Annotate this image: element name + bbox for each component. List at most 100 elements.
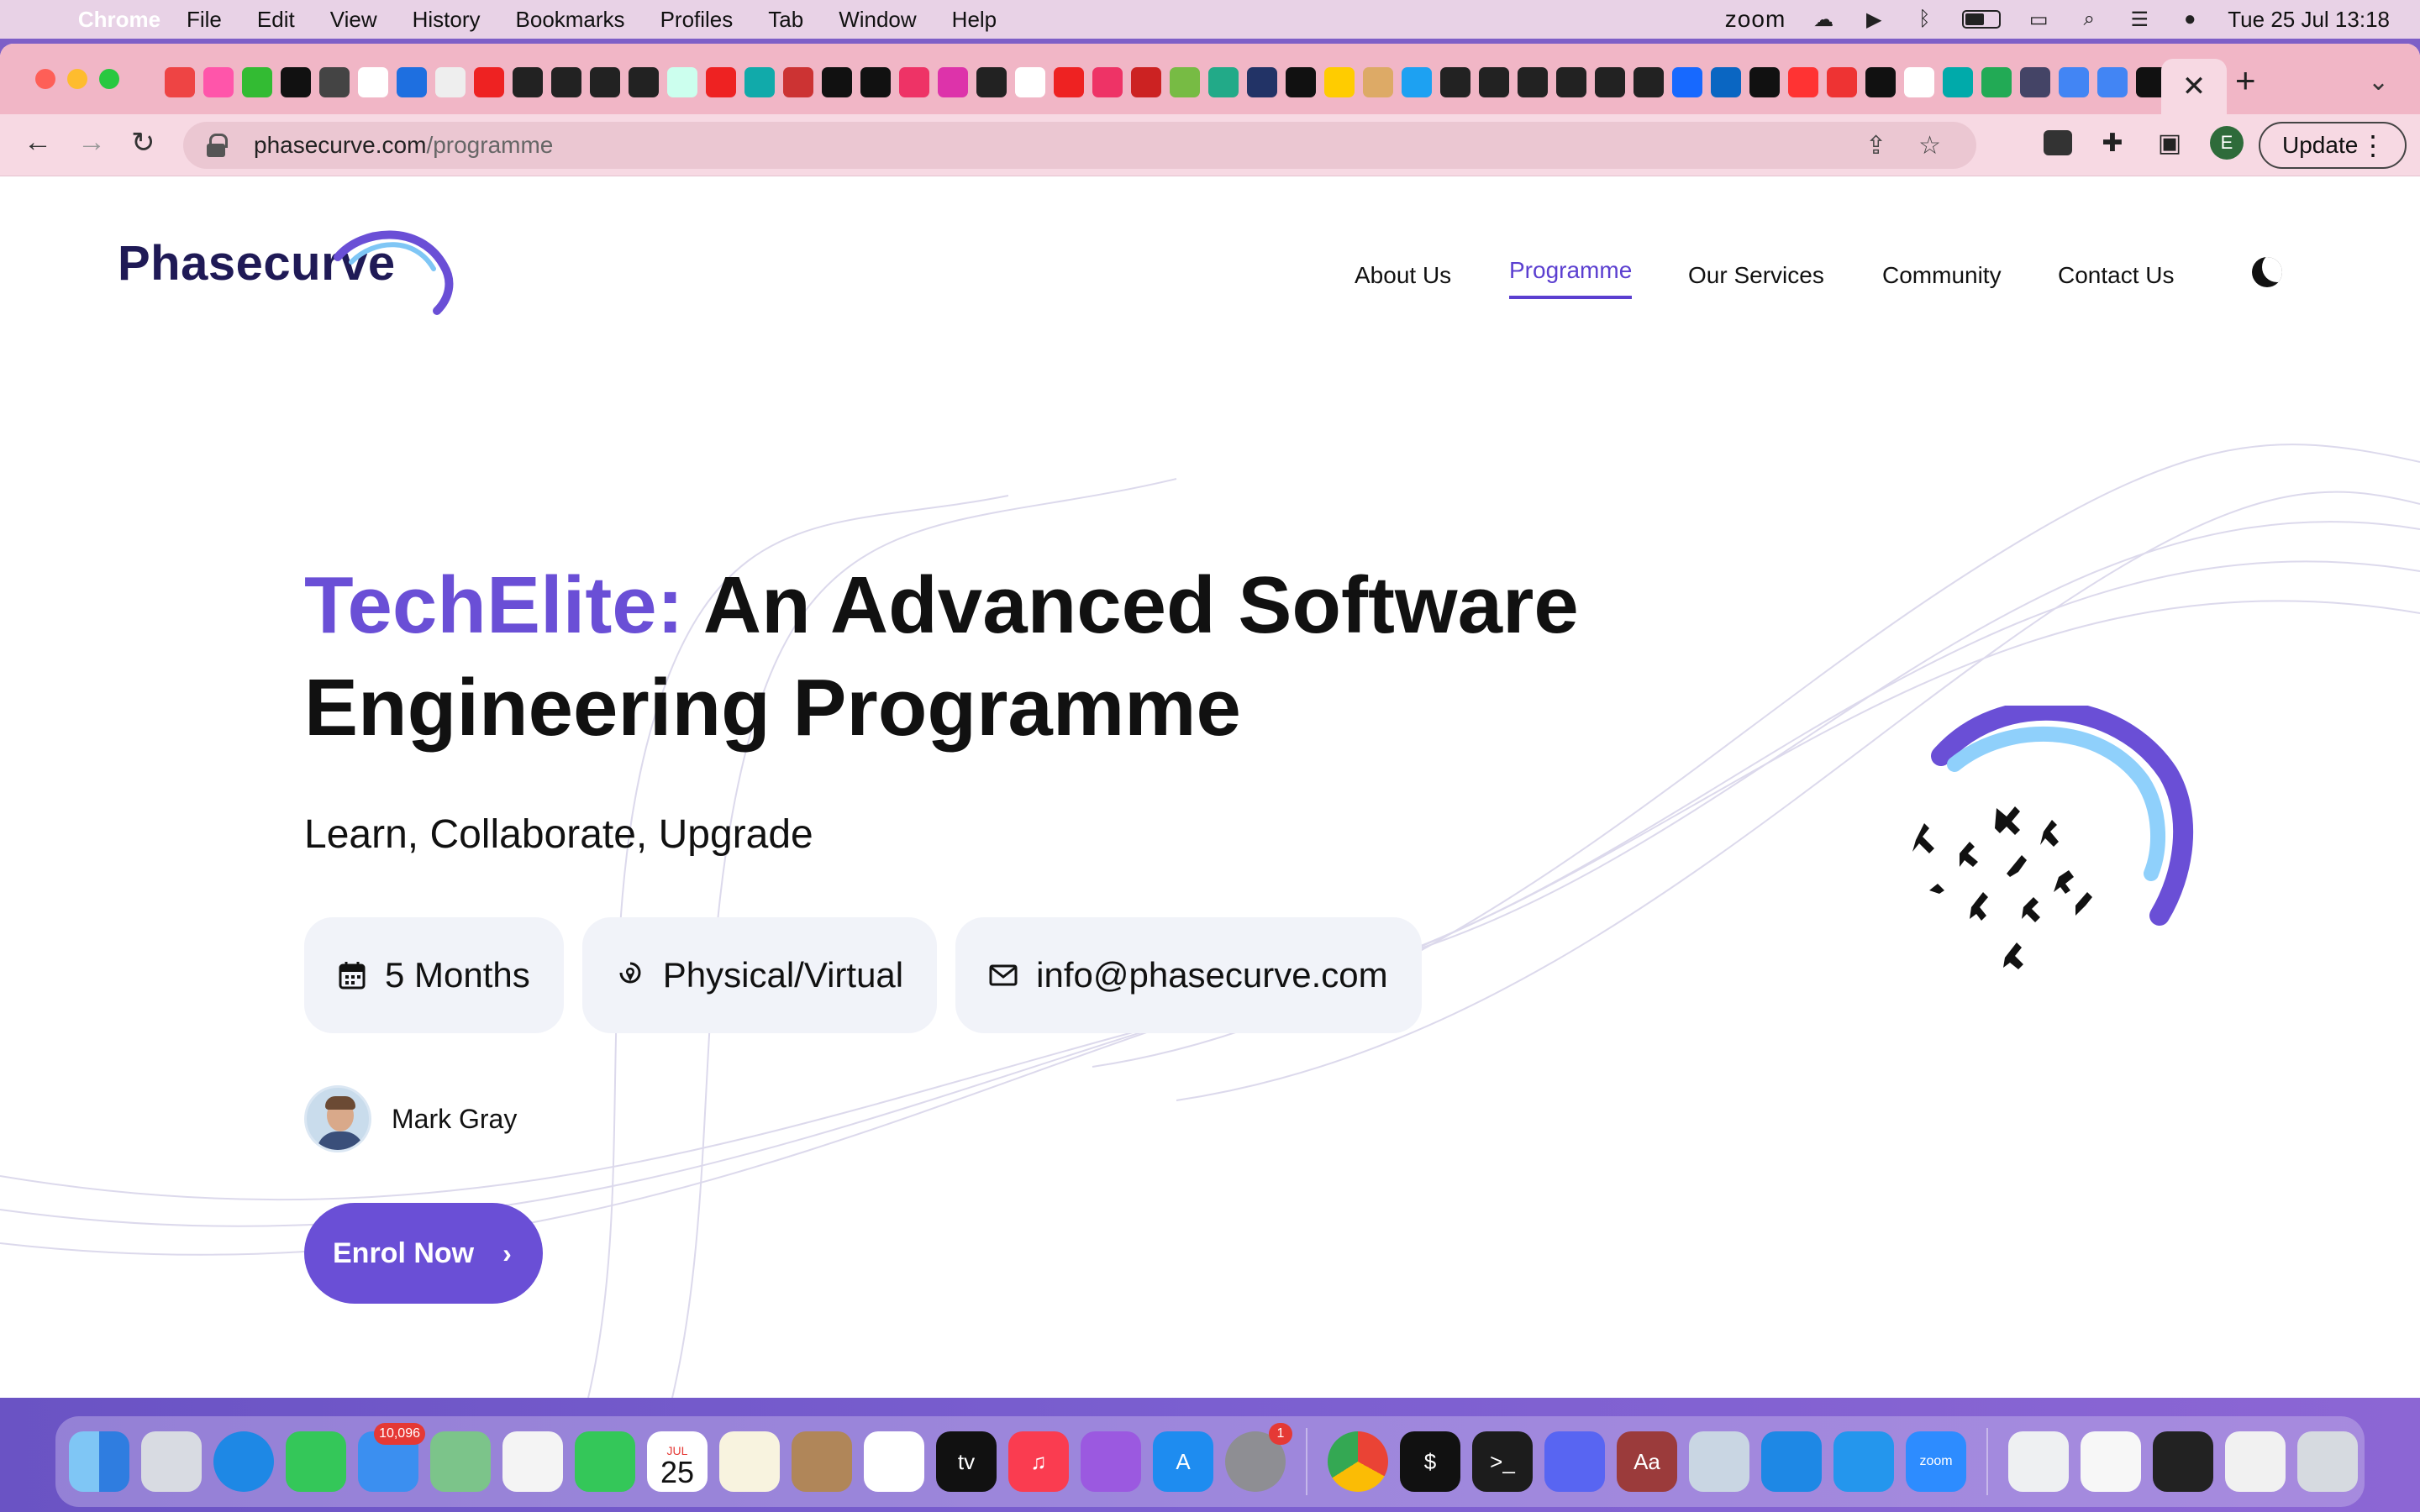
side-panel-icon[interactable]: ▣ (2153, 126, 2186, 160)
menu-edit[interactable]: Edit (257, 7, 295, 33)
mail-app-icon[interactable]: 10,096 (358, 1423, 425, 1492)
pinned-tab-favicon[interactable] (1672, 67, 1702, 97)
pinned-tab-favicon[interactable] (1749, 67, 1780, 97)
pinned-tab-favicon[interactable] (2020, 67, 2050, 97)
pinned-tab-favicon[interactable] (976, 67, 1007, 97)
clock-datetime[interactable]: Tue 25 Jul 13:18 (2228, 7, 2390, 33)
pinned-tab-favicon[interactable] (281, 67, 311, 97)
pinned-tab-favicon[interactable] (319, 67, 350, 97)
pinned-tab-favicon[interactable] (860, 67, 891, 97)
pinned-tab-favicon[interactable] (1595, 67, 1625, 97)
pinned-tab-favicon[interactable] (1247, 67, 1277, 97)
menu-view[interactable]: View (330, 7, 377, 33)
trash-icon[interactable] (2297, 1431, 2358, 1492)
fullscreen-window-button[interactable] (99, 69, 119, 89)
enrol-now-button[interactable]: Enrol Now › (304, 1203, 543, 1304)
app-store-icon[interactable]: A (1153, 1431, 1213, 1492)
pinned-tab-favicon[interactable] (242, 67, 272, 97)
pinned-tab-favicon[interactable] (2059, 67, 2089, 97)
pinned-tab-favicon[interactable] (2097, 67, 2128, 97)
pinned-tab-favicon[interactable] (1402, 67, 1432, 97)
battery-icon[interactable] (1962, 10, 2002, 29)
minimize-window-button[interactable] (67, 69, 87, 89)
pinned-tab-favicon[interactable] (590, 67, 620, 97)
spotlight-search-icon[interactable]: ⌕ (2076, 8, 2102, 30)
active-tab-close-icon[interactable]: ✕ (2161, 59, 2227, 114)
back-arrow-icon[interactable]: ← (24, 126, 52, 159)
pinned-tab-favicon[interactable] (1092, 67, 1123, 97)
terminal-alt-icon[interactable]: >_ (1472, 1431, 1533, 1492)
nav-contact-us[interactable]: Contact Us (2058, 262, 2175, 289)
nav-programme[interactable]: Programme (1509, 257, 1633, 299)
pinned-tab-favicon[interactable] (899, 67, 929, 97)
discord-icon[interactable] (1544, 1431, 1605, 1492)
pinned-tab-favicon[interactable] (1015, 67, 1045, 97)
recent-browser-window-icon[interactable] (2225, 1431, 2286, 1492)
preview-icon[interactable] (1689, 1431, 1749, 1492)
nav-community[interactable]: Community (1882, 262, 2002, 289)
safari-icon[interactable] (213, 1431, 274, 1492)
pinned-tab-favicon[interactable] (1440, 67, 1470, 97)
lock-icon[interactable] (207, 134, 228, 157)
pinned-tab-favicon[interactable] (1865, 67, 1896, 97)
pinned-tab-favicon[interactable] (822, 67, 852, 97)
pinned-tab-favicon[interactable] (397, 67, 427, 97)
email-label[interactable]: info@phasecurve.com (1036, 955, 1388, 995)
share-icon[interactable]: ⇪ (1865, 131, 1886, 160)
menu-app-name[interactable]: Chrome (78, 0, 160, 50)
nav-our-services[interactable]: Our Services (1688, 262, 1824, 289)
pinned-tab-favicon[interactable] (1363, 67, 1393, 97)
messages-icon[interactable] (286, 1431, 346, 1492)
docker-icon[interactable] (1833, 1431, 1894, 1492)
terminal-icon[interactable]: $ (1400, 1431, 1460, 1492)
menu-profiles[interactable]: Profiles (660, 7, 734, 33)
pinned-tab-favicon[interactable] (1827, 67, 1857, 97)
new-tab-icon[interactable]: + (2235, 60, 2256, 101)
pinned-tab-favicon[interactable] (1170, 67, 1200, 97)
pinned-tab-favicon[interactable] (474, 67, 504, 97)
podcasts-icon[interactable] (1081, 1431, 1141, 1492)
notes-icon[interactable] (719, 1431, 780, 1492)
tab-search-chevron-icon[interactable]: ⌄ (2368, 67, 2389, 97)
control-center-icon[interactable]: ☰ (2127, 8, 2152, 31)
pinned-tab-favicon[interactable] (551, 67, 581, 97)
bluetooth-icon[interactable]: ᛒ (1912, 8, 1937, 30)
system-settings-icon[interactable]: 1 (1225, 1423, 1292, 1492)
pinned-tab-favicon[interactable] (667, 67, 697, 97)
pinned-tab-favicon[interactable] (513, 67, 543, 97)
pinned-tab-favicon[interactable] (1556, 67, 1586, 97)
photos-icon[interactable] (502, 1431, 563, 1492)
pinned-tab-favicon[interactable] (165, 67, 195, 97)
reload-icon[interactable]: ↻ (131, 126, 155, 160)
pinned-tab-favicon[interactable] (1788, 67, 1818, 97)
pinned-tab-favicon[interactable] (1131, 67, 1161, 97)
address-bar[interactable]: phasecurve.com/programme ⇪ ☆ (183, 122, 1976, 169)
contacts-icon[interactable] (792, 1431, 852, 1492)
pinned-tab-favicon[interactable] (938, 67, 968, 97)
pinned-tab-favicon[interactable] (1634, 67, 1664, 97)
menu-file[interactable]: File (187, 7, 222, 33)
recent-document-icon[interactable] (2008, 1431, 2069, 1492)
pinned-tab-favicon[interactable] (783, 67, 813, 97)
screen-mirroring-icon[interactable]: ▭ (2026, 8, 2051, 31)
menu-bookmarks[interactable]: Bookmarks (516, 7, 625, 33)
siri-icon[interactable]: ● (2177, 8, 2202, 30)
music-icon[interactable]: ♫ (1008, 1431, 1069, 1492)
pinned-tab-favicon[interactable] (1943, 67, 1973, 97)
pinned-tab-favicon[interactable] (1479, 67, 1509, 97)
pinned-tab-favicon[interactable] (1286, 67, 1316, 97)
vscode-icon[interactable] (1761, 1431, 1822, 1492)
pinned-tab-favicon[interactable] (435, 67, 466, 97)
pinned-tab-favicon[interactable] (358, 67, 388, 97)
recent-code-window-icon[interactable] (2153, 1431, 2213, 1492)
pinned-tab-favicon[interactable] (1054, 67, 1084, 97)
nav-about-us[interactable]: About Us (1355, 262, 1451, 289)
finder-icon[interactable] (69, 1431, 129, 1492)
menu-window[interactable]: Window (839, 7, 916, 33)
launchpad-icon[interactable] (141, 1431, 202, 1492)
calendar-app-icon[interactable]: JUL 25 (647, 1431, 708, 1492)
extension-icon[interactable] (2044, 130, 2072, 155)
dark-mode-toggle-icon[interactable] (2252, 257, 2282, 287)
pinned-tab-favicon[interactable] (629, 67, 659, 97)
reminders-icon[interactable] (864, 1431, 924, 1492)
